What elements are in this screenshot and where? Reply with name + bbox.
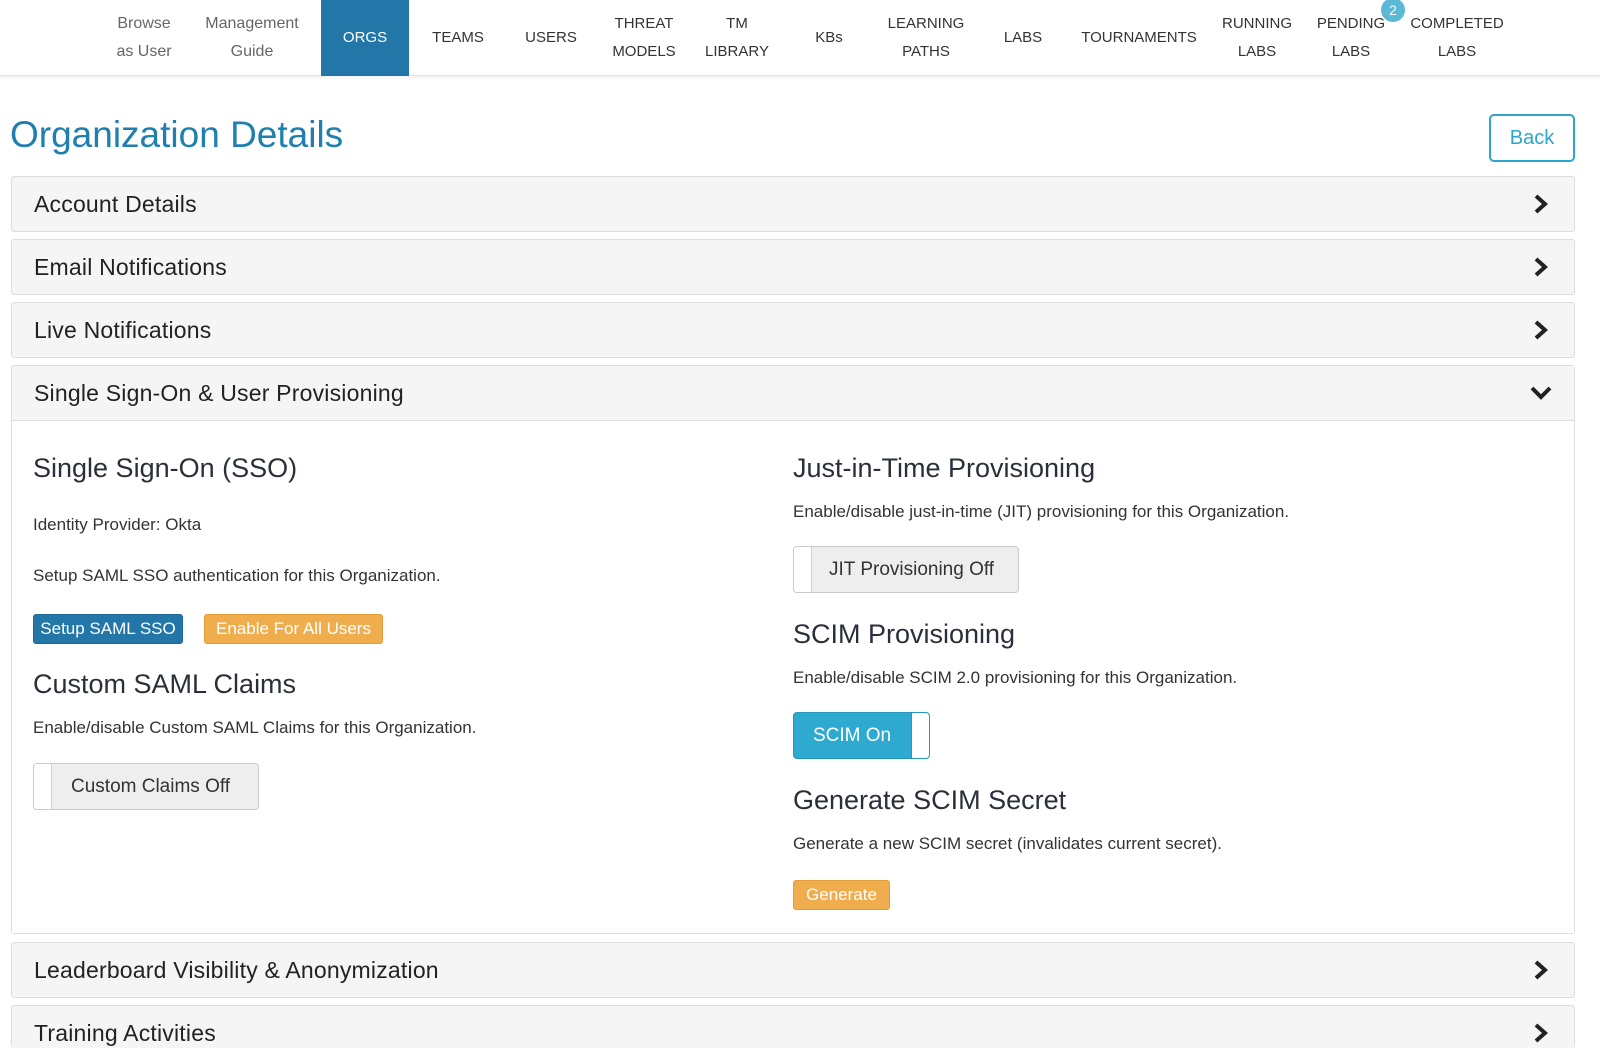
- page-title: Organization Details: [10, 114, 344, 155]
- chevron-right-icon: [1530, 256, 1552, 278]
- scim-provisioning-toggle[interactable]: SCIM On: [793, 712, 930, 759]
- top-navigation: Browse as User Management Guide ORGS TEA…: [0, 0, 1600, 76]
- panel-live-notifications: Live Notifications: [11, 302, 1575, 358]
- sso-panel-body: Single Sign-On (SSO) Identity Provider: …: [12, 421, 1574, 933]
- nav-threat-models[interactable]: THREAT MODELS: [603, 0, 685, 76]
- panel-title: Leaderboard Visibility & Anonymization: [34, 956, 439, 983]
- nav-users[interactable]: USERS: [510, 0, 592, 76]
- nav-orgs[interactable]: ORGS: [321, 0, 409, 76]
- back-button[interactable]: Back: [1489, 114, 1575, 162]
- toggle-label: Custom Claims Off: [71, 775, 231, 797]
- custom-saml-claims-heading: Custom SAML Claims: [33, 669, 297, 699]
- pending-labs-count-badge: 2: [1381, 0, 1405, 22]
- chevron-right-icon: [1530, 959, 1552, 981]
- nav-management-guide[interactable]: Management Guide: [192, 0, 312, 76]
- scim-description: Enable/disable SCIM 2.0 provisioning for…: [793, 668, 1238, 687]
- nav-labs[interactable]: LABS: [984, 0, 1062, 76]
- nav-teams[interactable]: TEAMS: [418, 0, 498, 76]
- panel-account-details: Account Details: [11, 176, 1575, 232]
- nav-learning-paths[interactable]: LEARNING PATHS: [876, 0, 976, 76]
- panel-header-training-activities[interactable]: Training Activities: [12, 1006, 1574, 1048]
- jit-heading: Just-in-Time Provisioning: [793, 453, 1096, 483]
- generate-scim-secret-button[interactable]: Generate: [793, 880, 890, 910]
- custom-saml-claims-description: Enable/disable Custom SAML Claims for th…: [33, 718, 477, 737]
- nav-kbs[interactable]: KBs: [790, 0, 868, 76]
- toggle-knob: [34, 764, 52, 809]
- custom-claims-toggle[interactable]: Custom Claims Off: [33, 763, 259, 810]
- chevron-right-icon: [1530, 193, 1552, 215]
- nav-tm-library[interactable]: TM LIBRARY: [696, 0, 778, 76]
- panel-title: Single Sign-On & User Provisioning: [34, 379, 404, 406]
- toggle-label: JIT Provisioning Off: [829, 558, 995, 580]
- chevron-down-icon: [1530, 382, 1552, 404]
- toggle-label: SCIM On: [813, 724, 892, 746]
- nav-pending-labs[interactable]: PENDING LABS 2: [1308, 0, 1405, 76]
- jit-description: Enable/disable just-in-time (JIT) provis…: [793, 502, 1290, 521]
- panel-title: Email Notifications: [34, 253, 227, 280]
- panel-title: Live Notifications: [34, 316, 212, 343]
- sso-setup-text: Setup SAML SSO authentication for this O…: [33, 566, 441, 585]
- toggle-knob: [794, 547, 812, 592]
- panel-header-live-notifications[interactable]: Live Notifications: [12, 303, 1574, 357]
- panel-leaderboard-visibility: Leaderboard Visibility & Anonymization: [11, 942, 1575, 998]
- nav-browse-as-user[interactable]: Browse as User: [103, 0, 185, 76]
- nav-running-labs[interactable]: RUNNING LABS: [1212, 0, 1302, 76]
- panel-header-leaderboard-visibility[interactable]: Leaderboard Visibility & Anonymization: [12, 943, 1574, 997]
- enable-for-all-users-button[interactable]: Enable For All Users: [204, 614, 383, 644]
- panel-title: Training Activities: [34, 1019, 216, 1046]
- sso-heading: Single Sign-On (SSO): [33, 453, 298, 483]
- panel-header-account-details[interactable]: Account Details: [12, 177, 1574, 231]
- setup-saml-sso-button[interactable]: Setup SAML SSO: [33, 614, 183, 644]
- chevron-right-icon: [1530, 1022, 1552, 1044]
- generate-scim-secret-description: Generate a new SCIM secret (invalidates …: [793, 834, 1222, 853]
- panel-header-sso-user-provisioning[interactable]: Single Sign-On & User Provisioning: [12, 366, 1574, 421]
- panel-training-activities: Training Activities: [11, 1005, 1575, 1048]
- nav-tournaments[interactable]: TOURNAMENTS: [1074, 0, 1204, 76]
- panel-email-notifications: Email Notifications: [11, 239, 1575, 295]
- generate-scim-secret-heading: Generate SCIM Secret: [793, 785, 1067, 815]
- nav-completed-labs[interactable]: COMPLETED LABS: [1404, 0, 1510, 76]
- jit-provisioning-toggle[interactable]: JIT Provisioning Off: [793, 546, 1019, 593]
- toggle-knob: [911, 713, 929, 758]
- panel-sso-user-provisioning: Single Sign-On & User Provisioning Singl…: [11, 365, 1575, 934]
- scim-heading: SCIM Provisioning: [793, 619, 1016, 649]
- panel-title: Account Details: [34, 190, 197, 217]
- identity-provider-text: Identity Provider: Okta: [33, 515, 202, 534]
- panel-header-email-notifications[interactable]: Email Notifications: [12, 240, 1574, 294]
- chevron-right-icon: [1530, 319, 1552, 341]
